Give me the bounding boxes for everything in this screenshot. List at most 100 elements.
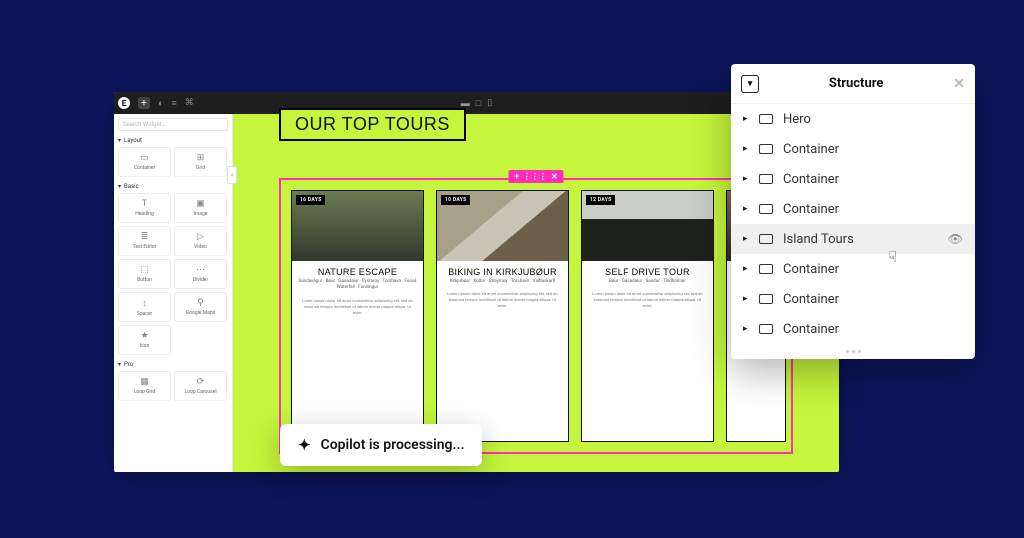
tour-subtitle: Bøur · Gásadalur · Sandur · Tindhólmur bbox=[588, 279, 707, 285]
structure-row[interactable]: ▸ Container bbox=[731, 194, 975, 224]
structure-label: Container bbox=[783, 262, 963, 277]
widget-item[interactable]: ▷ Video bbox=[174, 226, 227, 256]
structure-label: Container bbox=[783, 142, 963, 157]
widget-item[interactable]: ▦Loop Grid bbox=[118, 371, 171, 401]
widget-category-pro[interactable]: Pro bbox=[118, 361, 228, 368]
tour-title: BIKING IN KIRKJUBØUR bbox=[441, 267, 564, 277]
widget-label: Icon bbox=[140, 343, 150, 349]
widget-panel: Search Widget... Layout ▭Container⊞Grid … bbox=[114, 114, 233, 472]
structure-resize-handle[interactable] bbox=[731, 344, 975, 359]
structure-row[interactable]: ▸ Hero bbox=[731, 104, 975, 134]
widget-label: Loop Carousel bbox=[184, 389, 216, 395]
widget-label: Heading bbox=[135, 211, 154, 217]
widget-item[interactable]: ⬚ Button bbox=[118, 259, 171, 289]
responsive-mobile-icon[interactable]: ▯ bbox=[487, 98, 492, 109]
selection-handle[interactable]: + ⋮⋮⋮ ✕ bbox=[508, 170, 563, 183]
widget-category-layout[interactable]: Layout bbox=[118, 137, 228, 144]
widget-icon: ≣ bbox=[141, 232, 149, 242]
container-icon bbox=[759, 174, 773, 184]
tour-image: 10 DAYS bbox=[437, 191, 568, 261]
widget-icon: ★ bbox=[140, 331, 148, 341]
widget-icon: ▣ bbox=[196, 199, 205, 209]
container-icon bbox=[759, 234, 773, 244]
sparkle-icon: ✦ bbox=[298, 436, 311, 454]
tour-description: Lorem ipsum dolor sit amet consectetur a… bbox=[300, 298, 415, 316]
structure-row[interactable]: ▸Island Tours👁 bbox=[731, 224, 975, 254]
widget-label: Container bbox=[134, 165, 156, 171]
visibility-icon[interactable]: 👁 bbox=[948, 232, 963, 246]
widget-item[interactable]: ⚲Google Maps bbox=[174, 292, 227, 322]
chevron-right-icon[interactable]: ▸ bbox=[743, 324, 749, 334]
widget-item[interactable]: ⟳Loop Carousel bbox=[174, 371, 227, 401]
tour-card[interactable]: 16 DAYS NATURE ESCAPE Sandavágur · Bøur · … bbox=[291, 190, 424, 442]
drag-icon[interactable]: ⋮⋮⋮ bbox=[523, 172, 547, 181]
widget-label: Spacer bbox=[137, 311, 152, 317]
navigator-collapse-button[interactable]: ▾ bbox=[741, 75, 759, 93]
widget-item[interactable]: ⋯ Divider bbox=[174, 259, 227, 289]
add-icon[interactable]: + bbox=[514, 172, 518, 181]
chevron-right-icon[interactable]: ▸ bbox=[743, 174, 749, 184]
tour-card[interactable]: 12 DAYS SELF DRIVE TOUR Bøur · Gásadalur ·… bbox=[581, 190, 714, 442]
widget-item[interactable]: ⊞ Grid bbox=[174, 147, 227, 177]
tour-description: Lorem ipsum dolor sit amet consectetur a… bbox=[590, 291, 705, 309]
responsive-desktop-icon[interactable]: ▬ bbox=[461, 98, 470, 109]
widget-icon: ⋯ bbox=[196, 265, 205, 275]
chevron-right-icon[interactable]: ▸ bbox=[743, 294, 749, 304]
widget-search[interactable]: Search Widget... bbox=[118, 118, 228, 131]
widget-label: Divider bbox=[193, 277, 208, 283]
widget-label: Loop Grid bbox=[134, 389, 156, 395]
structure-row[interactable]: ▸Container bbox=[731, 284, 975, 314]
container-icon bbox=[759, 144, 773, 154]
widget-label: Video bbox=[194, 244, 207, 250]
widget-label: Grid bbox=[196, 165, 205, 171]
structure-label: Container bbox=[783, 322, 963, 337]
widget-label: Button bbox=[137, 277, 152, 283]
widget-item[interactable]: ▣Image bbox=[174, 193, 227, 223]
tour-card[interactable]: 10 DAYSBIKING IN KIRKJUBØURKirkjubøur · … bbox=[436, 190, 569, 442]
tour-subtitle: Sandavágur · Bøur · Gásadalur · Eysturoy… bbox=[298, 279, 417, 292]
container-icon bbox=[759, 204, 773, 214]
copilot-message: Copilot is processing... bbox=[321, 437, 465, 453]
tour-title: NATURE ESCAPE bbox=[296, 267, 419, 277]
chevron-right-icon[interactable]: ▸ bbox=[743, 114, 749, 124]
chevron-right-icon[interactable]: ▸ bbox=[743, 264, 749, 274]
structure-label: Container bbox=[783, 202, 963, 217]
close-icon[interactable]: ✕ bbox=[551, 172, 558, 181]
tour-description: Lorem ipsum dolor sit amet consectetur a… bbox=[445, 291, 560, 309]
widget-item[interactable]: ↕ Spacer bbox=[118, 292, 171, 322]
widget-category-basic[interactable]: Basic bbox=[118, 183, 228, 190]
copilot-status: ✦ Copilot is processing... bbox=[280, 424, 482, 466]
widget-item[interactable]: ≣Text Editor bbox=[118, 226, 171, 256]
structure-row[interactable]: ▸ Container bbox=[731, 164, 975, 194]
panel-collapse-button[interactable]: ‹ bbox=[227, 166, 237, 184]
structure-row[interactable]: ▸ Container bbox=[731, 314, 975, 344]
structure-panel: ▾ Structure ✕ ▸Hero▸Container▸Container▸… bbox=[731, 64, 975, 359]
tour-days-badge: 16 DAYS bbox=[296, 195, 325, 205]
chevron-right-icon[interactable]: ▸ bbox=[743, 234, 749, 244]
container-icon bbox=[759, 114, 773, 124]
page-heading: OUR TOP TOURS bbox=[279, 108, 466, 141]
chevron-right-icon[interactable]: ▸ bbox=[743, 144, 749, 154]
tour-image: 12 DAYS bbox=[582, 191, 713, 261]
tour-days-badge: 12 DAYS bbox=[586, 195, 615, 205]
widget-icon: ▷ bbox=[197, 232, 204, 242]
responsive-tablet-icon[interactable]: □ bbox=[476, 98, 481, 109]
widget-item[interactable]: T Heading bbox=[118, 193, 171, 223]
widget-icon: ↕ bbox=[142, 298, 147, 309]
structure-row[interactable]: ▸ Container bbox=[731, 254, 975, 284]
widget-icon: ⊞ bbox=[197, 153, 205, 163]
widget-item[interactable]: ▭Container bbox=[118, 147, 171, 177]
structure-close-button[interactable]: ✕ bbox=[953, 76, 965, 92]
structure-label: Hero bbox=[783, 112, 963, 127]
tour-title: SELF DRIVE TOUR bbox=[586, 267, 709, 277]
widget-item[interactable]: ★ Icon bbox=[118, 325, 171, 355]
widget-icon: ⬚ bbox=[140, 265, 149, 275]
widget-icon: ⚲ bbox=[197, 298, 204, 308]
structure-row[interactable]: ▸ Container bbox=[731, 134, 975, 164]
chevron-right-icon[interactable]: ▸ bbox=[743, 204, 749, 214]
widget-icon: T bbox=[142, 199, 147, 209]
structure-label: Container bbox=[783, 172, 963, 187]
tour-image: 16 DAYS bbox=[292, 191, 423, 261]
structure-title: Structure bbox=[759, 76, 953, 91]
container-icon bbox=[759, 264, 773, 274]
